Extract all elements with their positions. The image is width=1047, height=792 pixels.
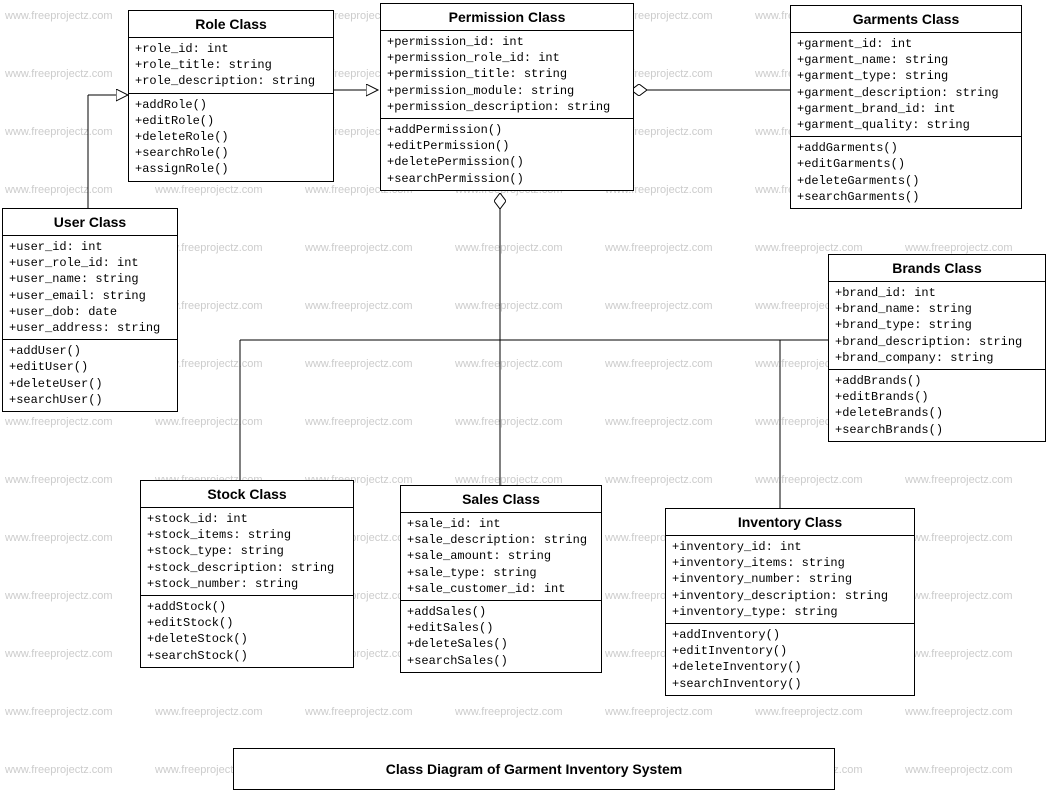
watermark-text: www.freeprojectz.com xyxy=(305,242,413,254)
class-attrs: +sale_id: int+sale_description: string+s… xyxy=(401,513,601,601)
watermark-text: www.freeprojectz.com xyxy=(305,416,413,428)
watermark-text: www.freeprojectz.com xyxy=(5,126,113,138)
watermark-text: www.freeprojectz.com xyxy=(5,706,113,718)
class-methods: +addGarments()+editGarments()+deleteGarm… xyxy=(791,137,1021,208)
class-title: User Class xyxy=(3,209,177,236)
class-permission: Permission Class +permission_id: int+per… xyxy=(380,3,634,191)
watermark-text: www.freeprojectz.com xyxy=(5,10,113,22)
class-methods: +addUser()+editUser()+deleteUser()+searc… xyxy=(3,340,177,411)
class-methods: +addRole()+editRole()+deleteRole()+searc… xyxy=(129,94,333,181)
diagram-caption: Class Diagram of Garment Inventory Syste… xyxy=(233,748,835,790)
watermark-text: www.freeprojectz.com xyxy=(605,300,713,312)
class-title: Brands Class xyxy=(829,255,1045,282)
watermark-text: www.freeprojectz.com xyxy=(455,242,563,254)
class-attrs: +permission_id: int+permission_role_id: … xyxy=(381,31,633,119)
watermark-text: www.freeprojectz.com xyxy=(155,706,263,718)
watermark-text: www.freeprojectz.com xyxy=(905,706,1013,718)
watermark-text: www.freeprojectz.com xyxy=(5,68,113,80)
class-user: User Class +user_id: int+user_role_id: i… xyxy=(2,208,178,412)
watermark-text: www.freeprojectz.com xyxy=(755,474,863,486)
watermark-text: www.freeprojectz.com xyxy=(455,416,563,428)
class-title: Stock Class xyxy=(141,481,353,508)
watermark-text: www.freeprojectz.com xyxy=(605,706,713,718)
watermark-text: www.freeprojectz.com xyxy=(755,706,863,718)
watermark-text: www.freeprojectz.com xyxy=(605,474,713,486)
class-methods: +addSales()+editSales()+deleteSales()+se… xyxy=(401,601,601,672)
watermark-text: www.freeprojectz.com xyxy=(605,416,713,428)
watermark-text: www.freeprojectz.com xyxy=(5,764,113,776)
class-methods: +addBrands()+editBrands()+deleteBrands()… xyxy=(829,370,1045,441)
class-role: Role Class +role_id: int+role_title: str… xyxy=(128,10,334,182)
class-title: Role Class xyxy=(129,11,333,38)
watermark-text: www.freeprojectz.com xyxy=(5,184,113,196)
watermark-text: www.freeprojectz.com xyxy=(5,590,113,602)
class-attrs: +role_id: int+role_title: string+role_de… xyxy=(129,38,333,94)
class-attrs: +garment_id: int+garment_name: string+ga… xyxy=(791,33,1021,137)
class-title: Garments Class xyxy=(791,6,1021,33)
watermark-text: www.freeprojectz.com xyxy=(305,706,413,718)
class-inventory: Inventory Class +inventory_id: int+inven… xyxy=(665,508,915,696)
watermark-text: www.freeprojectz.com xyxy=(905,764,1013,776)
watermark-text: www.freeprojectz.com xyxy=(905,242,1013,254)
class-brands: Brands Class +brand_id: int+brand_name: … xyxy=(828,254,1046,442)
class-attrs: +brand_id: int+brand_name: string+brand_… xyxy=(829,282,1045,370)
class-attrs: +user_id: int+user_role_id: int+user_nam… xyxy=(3,236,177,340)
class-attrs: +inventory_id: int+inventory_items: stri… xyxy=(666,536,914,624)
class-stock: Stock Class +stock_id: int+stock_items: … xyxy=(140,480,354,668)
watermark-text: www.freeprojectz.com xyxy=(905,532,1013,544)
class-methods: +addInventory()+editInventory()+deleteIn… xyxy=(666,624,914,695)
watermark-text: www.freeprojectz.com xyxy=(455,706,563,718)
watermark-text: www.freeprojectz.com xyxy=(305,300,413,312)
watermark-text: www.freeprojectz.com xyxy=(455,358,563,370)
watermark-text: www.freeprojectz.com xyxy=(155,184,263,196)
watermark-text: www.freeprojectz.com xyxy=(5,474,113,486)
watermark-text: www.freeprojectz.com xyxy=(905,474,1013,486)
class-attrs: +stock_id: int+stock_items: string+stock… xyxy=(141,508,353,596)
watermark-text: www.freeprojectz.com xyxy=(5,532,113,544)
class-garments: Garments Class +garment_id: int+garment_… xyxy=(790,5,1022,209)
watermark-text: www.freeprojectz.com xyxy=(5,416,113,428)
watermark-text: www.freeprojectz.com xyxy=(755,242,863,254)
watermark-text: www.freeprojectz.com xyxy=(605,358,713,370)
class-sales: Sales Class +sale_id: int+sale_descripti… xyxy=(400,485,602,673)
watermark-text: www.freeprojectz.com xyxy=(605,242,713,254)
watermark-text: www.freeprojectz.com xyxy=(905,590,1013,602)
watermark-text: www.freeprojectz.com xyxy=(155,416,263,428)
class-methods: +addStock()+editStock()+deleteStock()+se… xyxy=(141,596,353,667)
watermark-text: www.freeprojectz.com xyxy=(5,648,113,660)
class-methods: +addPermission()+editPermission()+delete… xyxy=(381,119,633,190)
watermark-text: www.freeprojectz.com xyxy=(455,300,563,312)
watermark-text: www.freeprojectz.com xyxy=(305,358,413,370)
class-title: Permission Class xyxy=(381,4,633,31)
class-title: Inventory Class xyxy=(666,509,914,536)
class-title: Sales Class xyxy=(401,486,601,513)
watermark-text: www.freeprojectz.com xyxy=(905,648,1013,660)
